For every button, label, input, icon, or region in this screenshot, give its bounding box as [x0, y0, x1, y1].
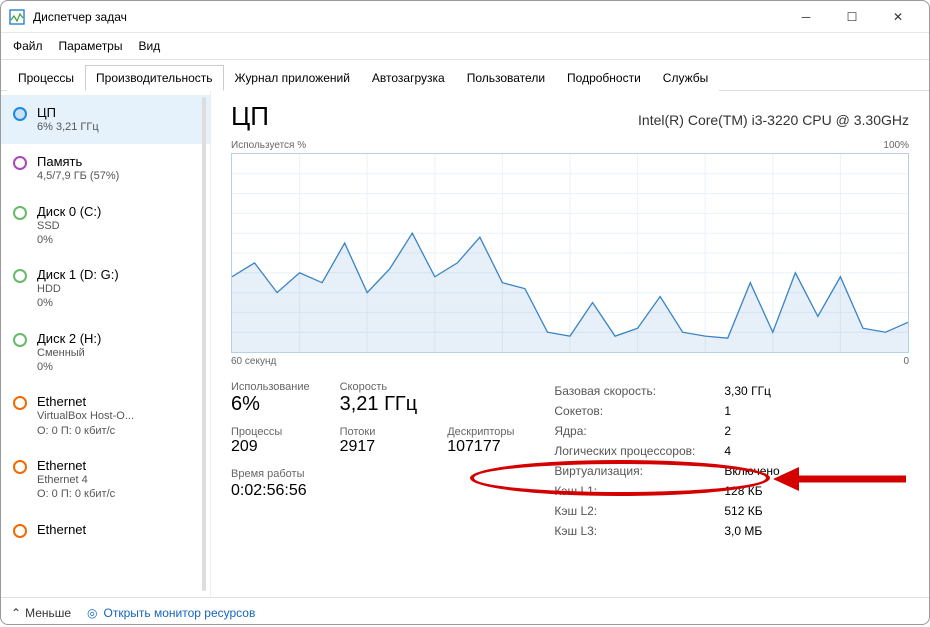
sidebar-item-name: Ethernet [37, 394, 134, 409]
sidebar-item-name: Ethernet [37, 522, 86, 537]
sidebar-item-meta: HDD0% [37, 282, 119, 311]
graph-thumb-icon [13, 333, 27, 347]
stat-1: Скорость3,21 ГГц [340, 381, 418, 416]
sidebar-item-eth-6[interactable]: Ethernet Ethernet 4О: 0 П: 0 кбит/с [1, 448, 210, 512]
menu-view[interactable]: Вид [132, 35, 166, 57]
window-title: Диспетчер задач [33, 10, 783, 24]
info-row-1: Сокетов:1 [554, 401, 779, 421]
sidebar-item-meta: 6% 3,21 ГГц [37, 120, 99, 134]
sidebar-item-disk-4[interactable]: Диск 2 (H:) Сменный0% [1, 321, 210, 385]
sidebar-item-cpu-0[interactable]: ЦП 6% 3,21 ГГц [1, 95, 210, 144]
stat-4: Потоки2917 [340, 426, 418, 456]
tab-processes[interactable]: Процессы [7, 65, 85, 91]
info-row-4: Виртуализация:Включено [554, 461, 779, 481]
chart-label-top-right: 100% [883, 140, 909, 151]
chevron-up-icon: ⌃ [11, 606, 21, 620]
sidebar: ЦП 6% 3,21 ГГц Память 4,5/7,9 ГБ (57%) Д… [1, 91, 211, 597]
sidebar-item-name: Диск 0 (C:) [37, 204, 101, 219]
graph-thumb-icon [13, 107, 27, 121]
fewer-details-button[interactable]: ⌃ Меньше [11, 606, 71, 620]
resource-monitor-icon: ◎ [87, 606, 97, 620]
menu-file[interactable]: Файл [7, 35, 49, 57]
stat-5: Дескрипторы107177 [447, 426, 514, 456]
chart-label-top-left: Используется % [231, 140, 306, 151]
titlebar: Диспетчер задач ─ ☐ ✕ [1, 1, 929, 33]
close-button[interactable]: ✕ [875, 2, 921, 32]
sidebar-item-name: ЦП [37, 105, 99, 120]
sidebar-item-meta: Сменный0% [37, 346, 101, 375]
open-resource-monitor-link[interactable]: ◎ Открыть монитор ресурсов [87, 606, 255, 620]
info-row-5: Кэш L1:128 КБ [554, 481, 779, 501]
tab-app-history[interactable]: Журнал приложений [224, 65, 361, 91]
graph-thumb-icon [13, 524, 27, 538]
sidebar-item-disk-3[interactable]: Диск 1 (D: G:) HDD0% [1, 257, 210, 321]
stat-2 [447, 381, 514, 416]
tab-users[interactable]: Пользователи [456, 65, 556, 91]
info-row-7: Кэш L3:3,0 МБ [554, 521, 779, 541]
footer: ⌃ Меньше ◎ Открыть монитор ресурсов [1, 597, 929, 627]
tab-startup[interactable]: Автозагрузка [361, 65, 456, 91]
cpu-usage-chart [231, 153, 909, 353]
sidebar-item-meta: SSD0% [37, 219, 101, 248]
stat-0: Использование6% [231, 381, 310, 416]
sidebar-item-name: Память [37, 154, 119, 169]
tab-services[interactable]: Службы [652, 65, 719, 91]
sidebar-item-name: Диск 2 (H:) [37, 331, 101, 346]
uptime-value: 0:02:56:56 [231, 482, 514, 500]
page-title: ЦП [231, 101, 638, 132]
app-icon [9, 9, 25, 25]
sidebar-item-eth-7[interactable]: Ethernet [1, 512, 210, 548]
info-row-6: Кэш L2:512 КБ [554, 501, 779, 521]
stat-3: Процессы209 [231, 426, 310, 456]
menubar: Файл Параметры Вид [1, 33, 929, 60]
graph-thumb-icon [13, 156, 27, 170]
sidebar-item-meta: 4,5/7,9 ГБ (57%) [37, 169, 119, 183]
chart-label-bottom-right: 0 [903, 356, 909, 367]
sidebar-scrollbar[interactable] [202, 97, 206, 591]
graph-thumb-icon [13, 269, 27, 283]
graph-thumb-icon [13, 460, 27, 474]
sidebar-item-name: Диск 1 (D: G:) [37, 267, 119, 282]
graph-thumb-icon [13, 396, 27, 410]
minimize-button[interactable]: ─ [783, 2, 829, 32]
menu-options[interactable]: Параметры [53, 35, 129, 57]
tab-details[interactable]: Подробности [556, 65, 652, 91]
info-row-3: Логических процессоров:4 [554, 441, 779, 461]
sidebar-item-meta: Ethernet 4О: 0 П: 0 кбит/с [37, 473, 115, 502]
main-panel: ЦП Intel(R) Core(TM) i3-3220 CPU @ 3.30G… [211, 91, 929, 597]
info-row-0: Базовая скорость:3,30 ГГц [554, 381, 779, 401]
info-row-2: Ядра:2 [554, 421, 779, 441]
sidebar-item-eth-5[interactable]: Ethernet VirtualBox Host-O...О: 0 П: 0 к… [1, 384, 210, 448]
graph-thumb-icon [13, 206, 27, 220]
sidebar-item-name: Ethernet [37, 458, 115, 473]
sidebar-item-mem-1[interactable]: Память 4,5/7,9 ГБ (57%) [1, 144, 210, 193]
chart-label-bottom-left: 60 секунд [231, 356, 276, 367]
cpu-model-label: Intel(R) Core(TM) i3-3220 CPU @ 3.30GHz [638, 112, 909, 128]
tab-performance[interactable]: Производительность [85, 65, 223, 91]
uptime-label: Время работы [231, 468, 514, 480]
sidebar-item-disk-2[interactable]: Диск 0 (C:) SSD0% [1, 194, 210, 258]
tabbar: Процессы Производительность Журнал прило… [1, 60, 929, 91]
maximize-button[interactable]: ☐ [829, 2, 875, 32]
sidebar-item-meta: VirtualBox Host-O...О: 0 П: 0 кбит/с [37, 409, 134, 438]
